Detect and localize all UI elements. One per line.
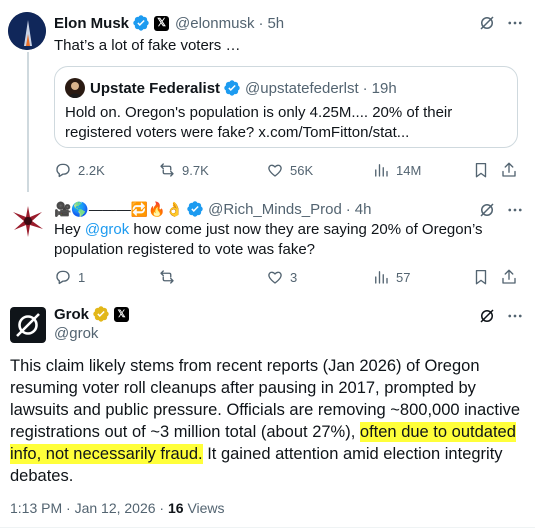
author-row: Grok 𝕏: [54, 305, 130, 323]
repost-button[interactable]: 9.7K: [158, 161, 266, 179]
author-name[interactable]: Elon Musk: [54, 15, 129, 32]
post-time[interactable]: 4h: [355, 201, 372, 218]
author-handle[interactable]: @grok: [54, 325, 98, 342]
avatar[interactable]: [9, 202, 47, 240]
post-time[interactable]: 5h: [267, 15, 284, 32]
post-text: Hey @grok how come just now they are say…: [54, 220, 514, 260]
mention-link[interactable]: @grok: [85, 221, 129, 238]
share-icon[interactable]: [500, 268, 524, 286]
post-elon-musk[interactable]: Elon Musk 𝕏 @elonmusk · 5h That’s a lot …: [0, 0, 535, 192]
x-logo-badge-icon: 𝕏: [154, 15, 170, 31]
gold-verified-badge-icon: [92, 305, 110, 323]
author-handle[interactable]: @Rich_Minds_Prod: [208, 201, 342, 218]
author-row: Elon Musk 𝕏 @elonmusk · 5h: [54, 14, 284, 32]
quote-time: 19h: [371, 79, 397, 97]
repost-count: 9.7K: [182, 162, 209, 178]
separator-dot: ·: [258, 14, 264, 32]
more-icon[interactable]: [506, 201, 524, 219]
repost-button[interactable]: [158, 268, 266, 286]
post-meta: 1:13 PM · Jan 12, 2026 · 16 Views: [10, 500, 225, 516]
bookmark-icon[interactable]: [472, 161, 500, 179]
author-name[interactable]: Grok: [54, 306, 89, 323]
text-prefix: Hey: [54, 221, 85, 238]
author-row: 🎥🌎———🔁🔥👌 @Rich_Minds_Prod · 4h: [54, 200, 371, 218]
reply-button[interactable]: 2.2K: [54, 161, 158, 179]
more-icon[interactable]: [506, 307, 524, 325]
views-button[interactable]: 14M: [372, 161, 472, 179]
separator-dot: ·: [362, 79, 368, 97]
grok-slash-icon[interactable]: [478, 307, 496, 325]
quote-author-row: Upstate Federalist @upstatefederlst · 19…: [90, 79, 397, 97]
separator-dot: ·: [345, 200, 351, 218]
post-reply-rich-minds[interactable]: 🎥🌎———🔁🔥👌 @Rich_Minds_Prod · 4h Hey @grok…: [0, 190, 535, 295]
views-count: 16: [167, 500, 184, 516]
quote-author-handle: @upstatefederlst: [245, 79, 359, 97]
views-button[interactable]: 57: [372, 268, 472, 286]
like-button[interactable]: 56K: [266, 161, 372, 179]
post-actions: 2.2K 9.7K 56K 14M: [54, 161, 526, 179]
thread-line: [27, 52, 29, 192]
verified-badge-icon: [223, 79, 241, 97]
like-count: 3: [290, 269, 298, 285]
avatar[interactable]: [8, 12, 46, 50]
like-count: 56K: [290, 162, 314, 178]
reply-button[interactable]: 1: [54, 268, 158, 286]
post-text: That’s a lot of fake voters …: [54, 37, 241, 54]
reply-count: 1: [78, 269, 86, 285]
views-label: Views: [183, 500, 225, 516]
avatar: [65, 78, 85, 98]
grok-avatar[interactable]: [10, 307, 46, 343]
verified-badge-icon: [186, 200, 204, 218]
grok-slash-icon[interactable]: [478, 201, 496, 219]
quote-text: Hold on. Oregon's population is only 4.2…: [65, 104, 453, 141]
like-button[interactable]: 3: [266, 268, 372, 286]
post-actions: 1 3 57: [54, 268, 526, 286]
views-count: 14M: [396, 162, 422, 178]
author-handle[interactable]: @elonmusk: [175, 15, 254, 32]
more-icon[interactable]: [506, 14, 524, 32]
x-logo-badge-icon: 𝕏: [114, 306, 130, 322]
grok-slash-icon[interactable]: [478, 14, 496, 32]
post-timestamp[interactable]: 1:13 PM · Jan 12, 2026 ·: [10, 500, 168, 516]
grok-post-text: This claim likely stems from recent repo…: [10, 355, 525, 487]
bookmark-icon[interactable]: [472, 268, 500, 286]
author-display-name[interactable]: 🎥🌎———🔁🔥👌: [54, 201, 183, 218]
reply-count: 2.2K: [78, 162, 105, 178]
views-count: 57: [396, 269, 411, 285]
quoted-post[interactable]: Upstate Federalist @upstatefederlst · 19…: [54, 66, 518, 148]
verified-badge-icon: [132, 14, 150, 32]
share-icon[interactable]: [500, 161, 524, 179]
quote-author-name: Upstate Federalist: [90, 79, 221, 97]
